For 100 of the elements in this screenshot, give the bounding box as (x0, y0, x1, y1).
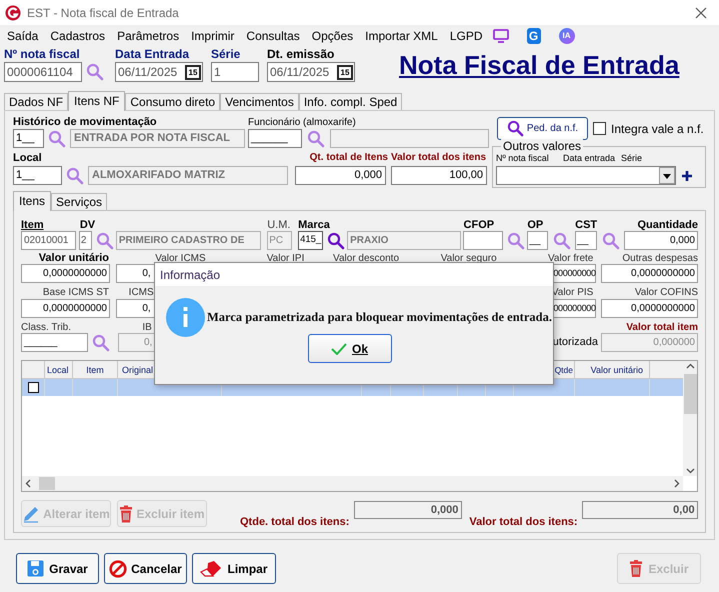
field-label: utorizada (552, 335, 599, 350)
item-total-field: 0,000000 (601, 333, 698, 352)
invoice-number-field[interactable]: 0000061104 (4, 62, 82, 82)
tab[interactable]: Serviços (51, 193, 108, 210)
series-field[interactable]: 1 (211, 62, 259, 82)
menu-item[interactable]: Saída (1, 26, 44, 44)
tab[interactable]: Vencimentos (220, 93, 299, 110)
date-field[interactable]: 06/11/2025 15 (267, 62, 355, 82)
trash-icon (119, 504, 134, 522)
st-base-field[interactable]: 0,0000000000 (21, 299, 110, 318)
eraser-icon (200, 560, 222, 578)
item-code-field[interactable]: 02010001 (21, 231, 76, 250)
brand-code-field[interactable]: 415_ (298, 231, 324, 250)
total-quantity-field: 0,000 (354, 501, 462, 519)
scroll-thumb[interactable] (684, 374, 696, 414)
menu-item[interactable]: Cadastros (44, 26, 112, 44)
column-header[interactable]: Item (73, 361, 118, 378)
ia-badge[interactable]: IA (558, 28, 575, 44)
field-label: Dt. emissão (267, 46, 336, 62)
unit-value-field[interactable]: 0,0000000000 (21, 264, 110, 283)
calendar-button[interactable]: 15 (185, 64, 201, 80)
menu-item[interactable]: Importar XML (359, 26, 444, 44)
field-label: OP (527, 219, 544, 231)
scroll-up-icon[interactable] (686, 363, 694, 369)
field-label: DV (78, 219, 96, 231)
code-field[interactable]: 1__ (13, 129, 44, 148)
quantity-field[interactable]: 0,000 (624, 231, 698, 250)
op-field[interactable]: __ (527, 231, 548, 250)
scroll-thumb[interactable] (39, 477, 55, 490)
tab[interactable]: Dados NF (4, 93, 68, 110)
date-field[interactable]: 06/11/2025 15 (115, 62, 203, 82)
checkbox-label[interactable]: Integra vale a n.f. (611, 120, 704, 138)
horizontal-scrollbar[interactable] (22, 476, 683, 491)
freight-value-field[interactable]: 000000000 (552, 264, 596, 283)
field-label: Valor total item (625, 322, 698, 333)
field-label: Local (13, 151, 43, 166)
tab[interactable]: Itens (13, 191, 52, 211)
clear-button[interactable]: Limpar (192, 553, 276, 584)
column-header[interactable]: Valor unitário (575, 361, 650, 378)
pis-value-field[interactable]: 000000000 (552, 299, 596, 318)
field-label: Quantidade (636, 219, 698, 231)
field-label: Outras despesas (621, 253, 698, 264)
icms-field[interactable]: 0, (116, 299, 156, 318)
checkmark-icon (330, 342, 347, 354)
column-label: Data entrada (563, 153, 616, 164)
tax-class-field[interactable]: ______ (21, 333, 88, 352)
other-expenses-field[interactable]: 0,0000000000 (601, 264, 698, 283)
total-quantity-field: 0,000 (295, 166, 386, 185)
field-label: Valor total dos itens (391, 151, 488, 165)
icms-value-field[interactable]: 0, (116, 264, 156, 283)
vertical-scrollbar[interactable] (683, 361, 697, 476)
close-icon[interactable] (695, 6, 707, 18)
menu-item[interactable]: Parâmetros (111, 26, 186, 44)
search-icon[interactable] (327, 232, 346, 250)
total-label: Valor total dos itens: (469, 515, 578, 530)
unit-field: PC (267, 231, 292, 250)
menu-item[interactable]: Imprimir (185, 26, 240, 44)
menu-item[interactable]: Opções (306, 26, 360, 44)
g-badge[interactable]: G (526, 28, 541, 44)
pencil-icon (22, 504, 40, 522)
scroll-right-icon[interactable] (674, 479, 680, 488)
field-label: Valor desconto (332, 253, 400, 264)
cofins-value-field[interactable]: 0,0000000000 (601, 299, 698, 318)
checkbox[interactable] (28, 382, 38, 393)
save-button[interactable]: Gravar (16, 553, 99, 584)
dv-field[interactable]: 2 (78, 231, 92, 250)
plus-icon[interactable] (682, 170, 692, 180)
total-value-field: 0,00 (582, 501, 698, 519)
scroll-left-icon[interactable] (25, 479, 31, 488)
tab[interactable]: Consumo direto (125, 93, 220, 110)
calendar-button[interactable]: 15 (337, 64, 353, 80)
field-label: Valor ICMS (154, 253, 206, 264)
field-label: Class. Trib. (21, 322, 72, 333)
page-heading: Nota Fiscal de Entrada (399, 50, 680, 82)
dropdown-field[interactable] (496, 166, 676, 185)
cst-field[interactable]: __ (575, 231, 598, 250)
date-value: 06/11/2025 (270, 64, 330, 81)
field-label: Funcionário (almoxarife) (248, 116, 357, 129)
description-field: ALMOXARIFADO MATRIZ (88, 166, 288, 185)
description-field: PRIMEIRO CADASTRO DE (116, 231, 261, 250)
scroll-down-icon[interactable] (686, 468, 694, 474)
checkbox[interactable] (593, 122, 606, 135)
field-label: Valor seguro (440, 253, 497, 264)
field-label: Valor unitário (38, 253, 109, 264)
column-header[interactable]: Local (45, 361, 73, 378)
code-field[interactable]: 1__ (13, 166, 62, 185)
code-field[interactable]: ______ (248, 129, 302, 148)
field-label: IB (141, 322, 153, 333)
menu-item[interactable]: Consultas (240, 26, 306, 44)
cancel-button[interactable]: Cancelar (104, 553, 187, 584)
ok-button[interactable]: Ok (308, 334, 392, 363)
tab[interactable]: Itens NF (68, 91, 126, 111)
tab[interactable]: Info. compl. Sped (298, 93, 402, 110)
menu-item[interactable]: LGPD (444, 26, 489, 44)
cfop-field[interactable] (462, 231, 503, 250)
column-label: Série (621, 153, 642, 164)
order-button[interactable]: Ped. da n.f. (497, 117, 588, 140)
monitor-icon[interactable] (492, 28, 509, 42)
total-value-field: 100,00 (391, 166, 487, 185)
field-label: Base ICMS ST (42, 287, 109, 299)
